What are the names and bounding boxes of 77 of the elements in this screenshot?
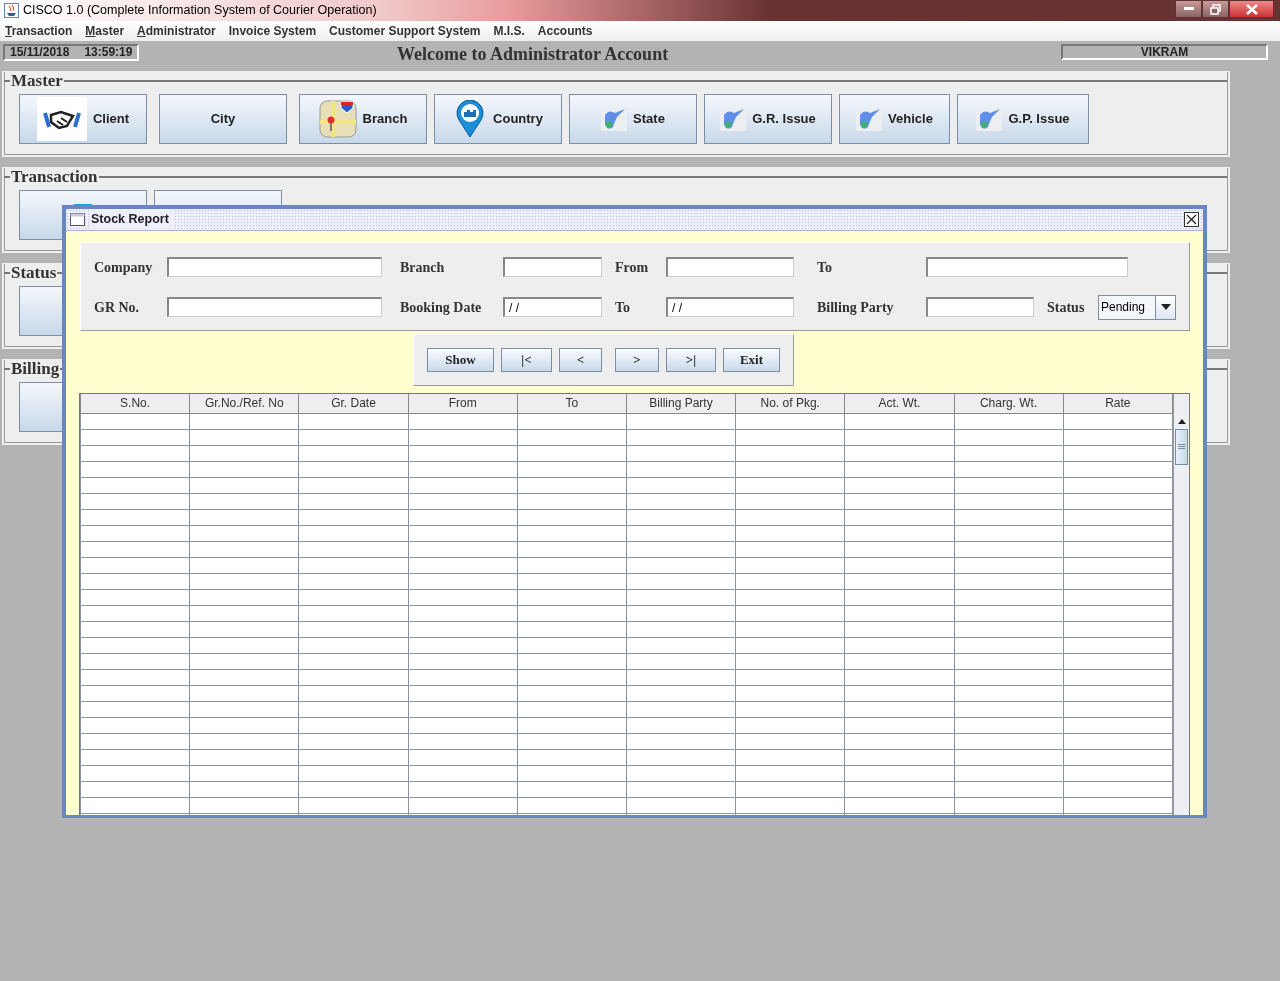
close-button[interactable] (1229, 0, 1274, 18)
caret-icon (1160, 304, 1171, 310)
close-button[interactable] (1184, 212, 1199, 227)
date-text: 15/11/2018 (10, 44, 70, 61)
menu-item[interactable]: M.I.S. (493, 22, 525, 40)
toolbar-button[interactable]: Exit (723, 348, 780, 372)
region-map-icon (720, 107, 747, 131)
input-field[interactable] (167, 257, 382, 277)
field-label: To (817, 258, 834, 277)
column-header: From (408, 394, 518, 413)
column-header: S.No. (80, 394, 190, 413)
toolbar-button[interactable]: < (559, 348, 602, 372)
minimize-button[interactable] (1175, 0, 1202, 18)
column-header: Billing Party (626, 394, 736, 413)
time-text: 13:59:19 (84, 44, 133, 61)
module-button[interactable]: Branch (299, 94, 427, 144)
module-button[interactable]: Client (19, 94, 147, 144)
input-field[interactable]: / / (503, 297, 602, 317)
toolbar-button[interactable]: >| (666, 348, 716, 372)
field-label: GR No. (94, 298, 141, 317)
section-title: Billing (10, 358, 61, 381)
dialog-title: Stock Report (91, 210, 173, 229)
input-field[interactable] (167, 297, 382, 317)
module-button[interactable]: City (159, 94, 287, 144)
region-map-icon (976, 107, 1003, 131)
input-field[interactable] (503, 257, 602, 277)
welcome-heading: Welcome to Administrator Account (397, 43, 669, 66)
module-button[interactable]: Country (434, 94, 562, 144)
user-name-display: VIKRAM (1061, 44, 1268, 60)
status-dropdown[interactable]: Pending (1098, 294, 1176, 320)
region-map-icon (601, 107, 628, 131)
field-label: Company (94, 258, 154, 277)
section-title: Status (10, 262, 58, 285)
field-label: Billing Party (817, 298, 895, 317)
minimize-icon (1183, 7, 1194, 11)
menu-item[interactable]: Accounts (537, 22, 593, 40)
scroll-thumb[interactable] (1175, 429, 1188, 465)
field-label: Status (1047, 298, 1086, 317)
toolbar-button[interactable]: > (615, 348, 659, 372)
field-label: To (615, 298, 632, 317)
menu-item[interactable]: Invoice System (228, 22, 317, 40)
window-title: CISCO 1.0 (Complete Information System of Courier Operation) (23, 2, 377, 20)
menu-item[interactable]: Master (85, 22, 125, 40)
input-field[interactable] (666, 257, 794, 277)
column-header: Gr.No./Ref. No (189, 394, 299, 413)
menu-item[interactable]: Administrator (137, 22, 216, 40)
close-icon (1245, 3, 1258, 15)
toolbar-button[interactable]: Show (427, 348, 494, 372)
column-header: Charg. Wt. (954, 394, 1064, 413)
field-label: Branch (400, 258, 446, 277)
restore-button[interactable] (1202, 0, 1229, 18)
app-icon (4, 3, 19, 18)
column-header: No. of Pkg. (735, 394, 845, 413)
module-button[interactable]: G.R. Issue (704, 94, 832, 144)
column-header: Act. Wt. (844, 394, 954, 413)
window-icon (70, 213, 85, 226)
column-header: Gr. Date (298, 394, 409, 413)
input-field[interactable] (926, 297, 1034, 317)
restore-icon (1210, 3, 1221, 15)
region-map-icon (856, 107, 883, 131)
toolbar-button[interactable]: |< (501, 348, 552, 372)
input-field[interactable] (926, 257, 1128, 277)
module-button[interactable]: Vehicle (839, 94, 950, 144)
handshake-icon (36, 97, 87, 141)
field-label: Booking Date (400, 298, 483, 317)
menu-item[interactable]: Customer Support System (329, 22, 481, 40)
section-title: Master (10, 70, 64, 93)
module-button[interactable]: G.P. Issue (957, 94, 1089, 144)
input-field[interactable]: / / (666, 297, 794, 317)
field-label: From (615, 258, 650, 277)
menu-item[interactable]: Transaction (5, 22, 73, 40)
column-header: To (517, 394, 627, 413)
map-icon (318, 100, 357, 138)
vertical-scrollbar[interactable] (1173, 394, 1189, 815)
module-button[interactable]: State (569, 94, 697, 144)
column-header: Rate (1063, 394, 1173, 413)
section-title: Transaction (10, 166, 99, 189)
